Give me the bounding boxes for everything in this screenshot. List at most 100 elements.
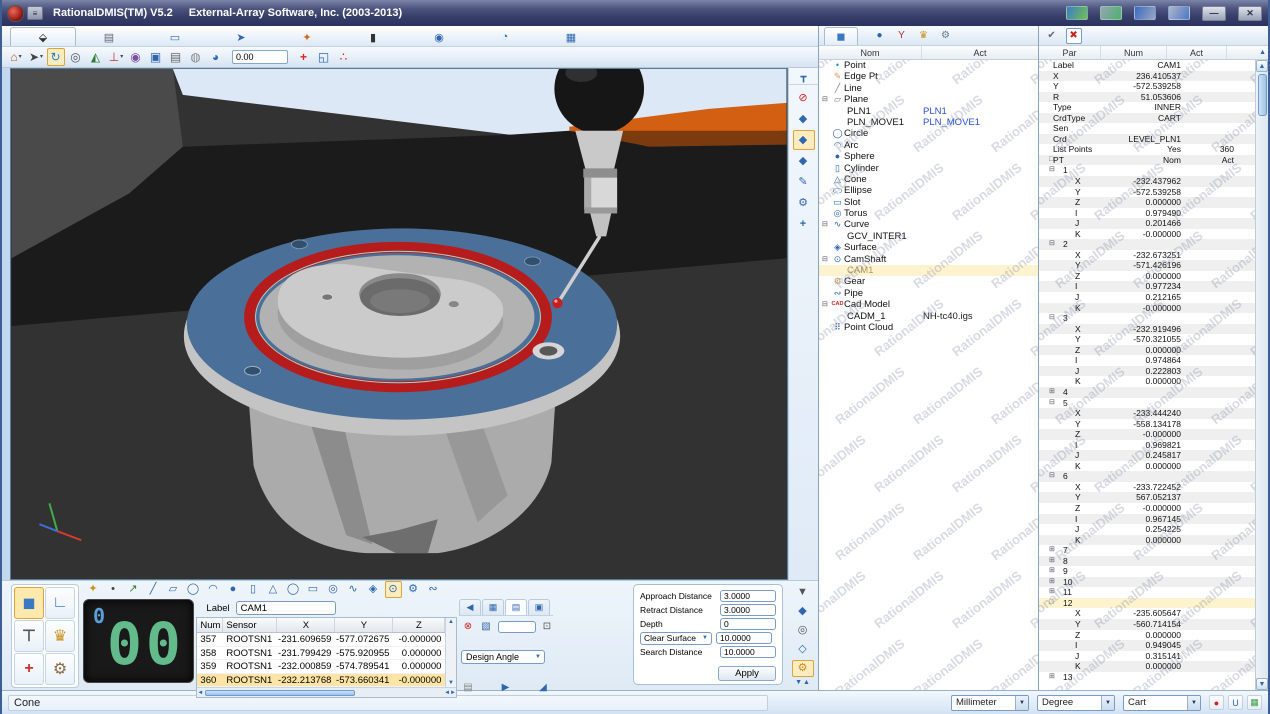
scroll-down-button[interactable]: ▼	[1256, 678, 1268, 690]
tree-item[interactable]: ▯ Cylinder	[819, 163, 1038, 174]
property-row[interactable]: Z 0.000000	[1039, 271, 1268, 282]
tree-item[interactable]: ◯ Circle	[819, 128, 1038, 139]
3d-viewport[interactable]	[10, 68, 788, 580]
expander-icon[interactable]: ⊟	[1049, 239, 1055, 250]
property-row[interactable]: □ PT Nom Act	[1039, 155, 1268, 166]
expander-icon[interactable]: ⊞	[1049, 587, 1055, 598]
props-scrollbar[interactable]: ▲ ▼	[1255, 60, 1268, 690]
fixture-button[interactable]: ∟	[45, 587, 75, 619]
windows-icon[interactable]	[1134, 6, 1156, 20]
property-row[interactable]: ⊟ 1	[1039, 165, 1268, 176]
property-row[interactable]: Y -558.134178	[1039, 419, 1268, 430]
property-row[interactable]: K -0.000000	[1039, 303, 1268, 314]
property-row[interactable]: Y -571.426196	[1039, 260, 1268, 271]
property-row[interactable]: Y -572.539258	[1039, 187, 1268, 198]
property-row[interactable]: X -233.444240	[1039, 408, 1268, 419]
property-row[interactable]: J 0.222803	[1039, 366, 1268, 377]
scroll-up-icon[interactable]: ▲	[1227, 49, 1268, 56]
property-row[interactable]: Z -0.000000	[1039, 429, 1268, 440]
expander-icon[interactable]: ⊟	[822, 254, 831, 265]
property-row[interactable]: Z 0.000000	[1039, 197, 1268, 208]
property-row[interactable]: ⊞ 7	[1039, 545, 1268, 556]
system-menu-icon[interactable]: ≡	[27, 6, 43, 20]
point-count-input[interactable]	[498, 621, 536, 633]
probe-count-button[interactable]: ⊡	[540, 619, 555, 634]
property-row[interactable]: J 0.201466	[1039, 218, 1268, 229]
unit-length-select[interactable]: Millimeter▼	[951, 695, 1029, 711]
probe-ball-button[interactable]: ◍	[187, 48, 205, 66]
tree-item[interactable]: ⊟ CAD Cad Model	[819, 299, 1038, 310]
tree-item[interactable]: ⊟ ⊙ CamShaft	[819, 254, 1038, 265]
tab-tolerance[interactable]: ✦	[274, 27, 340, 46]
tab-transform[interactable]: ➤	[208, 27, 274, 46]
property-row[interactable]: R 51.053606	[1039, 92, 1268, 103]
point-tool-button[interactable]: •	[105, 581, 122, 598]
property-row[interactable]: K 0.000000	[1039, 661, 1268, 672]
gear-tool-button[interactable]: ⚙	[405, 581, 422, 598]
grid-status-icon[interactable]: ▦	[1247, 695, 1262, 710]
form-input[interactable]	[720, 646, 776, 658]
coord-system-select[interactable]: Cart▼	[1123, 695, 1201, 711]
property-row[interactable]: ⊞ 11	[1039, 587, 1268, 598]
tree-settings-icon[interactable]: ⚙	[938, 28, 954, 44]
expander-icon[interactable]: ⊟	[822, 219, 831, 230]
controller-icon[interactable]	[1066, 6, 1088, 20]
box-pick-button[interactable]: ◱	[315, 48, 333, 66]
expander-icon[interactable]: ⊞	[1049, 545, 1055, 556]
graph-tab[interactable]: ▦	[482, 599, 504, 615]
form-input[interactable]	[720, 618, 776, 630]
rotate-view-button[interactable]: ↻	[47, 48, 65, 66]
property-row[interactable]: Y 567.052137	[1039, 492, 1268, 503]
axis-align-button[interactable]: ⊥▾	[107, 48, 125, 66]
property-row[interactable]: ⊟ 3	[1039, 313, 1268, 324]
export-button[interactable]: ▤	[461, 680, 476, 695]
property-row[interactable]: ⊞ 13	[1039, 672, 1268, 683]
delete-x-icon[interactable]: ✖	[1066, 28, 1082, 44]
edgept-tool-button[interactable]: ↗	[125, 581, 142, 598]
tree-item[interactable]: CAM1	[819, 265, 1038, 276]
confirm-check-icon[interactable]: ✔	[1044, 28, 1060, 44]
property-row[interactable]: Sen	[1039, 123, 1268, 134]
tree-item[interactable]: ✎ Edge Pt	[819, 71, 1038, 82]
property-row[interactable]: K -0.000000	[1039, 229, 1268, 240]
property-row[interactable]: ⊞ 10	[1039, 577, 1268, 588]
probe-adjust-button[interactable]: ⚙	[793, 193, 815, 213]
capture-button[interactable]: ▤	[167, 48, 185, 66]
plane-tool-button[interactable]: ▱	[165, 581, 182, 598]
apply-button[interactable]: Apply	[718, 666, 776, 681]
minimize-button[interactable]: —	[1202, 6, 1226, 21]
scrollbar-thumb[interactable]	[205, 690, 355, 696]
property-row[interactable]: K 0.000000	[1039, 535, 1268, 546]
arc-tool-button[interactable]: ◠	[205, 581, 222, 598]
clear-surface-select[interactable]: Clear Surface▼	[640, 632, 712, 645]
pin-icon[interactable]: ┳	[789, 70, 818, 85]
property-row[interactable]: Z 0.000000	[1039, 630, 1268, 641]
expander-icon[interactable]: ⊟	[1049, 313, 1055, 324]
design-angle-select[interactable]: Design Angle▼	[461, 650, 545, 664]
line-tool-button[interactable]: ╱	[145, 581, 162, 598]
property-row[interactable]: ⊞ 9	[1039, 566, 1268, 577]
expander-icon[interactable]: ⊞	[1049, 387, 1055, 398]
tree-item[interactable]: ╱ Line	[819, 83, 1038, 94]
tree-item[interactable]: PLN_MOVE1 PLN_MOVE1	[819, 117, 1038, 128]
probe-move-button[interactable]: +	[793, 214, 815, 234]
probe-add-button[interactable]: ◇	[792, 641, 814, 658]
property-row[interactable]: X -232.919496	[1039, 324, 1268, 335]
expander-icon[interactable]: ⊞	[1049, 566, 1055, 577]
camshaft-tool-button[interactable]: ⊙	[385, 581, 402, 598]
machine-crown-button[interactable]: ♛	[45, 620, 75, 652]
property-row[interactable]: List Points Yes 360	[1039, 144, 1268, 155]
probe-pick-alt-button[interactable]: ◆	[793, 151, 815, 171]
property-row[interactable]: Y -570.321055	[1039, 334, 1268, 345]
property-row[interactable]: X -235.605647	[1039, 608, 1268, 619]
probe-pick-button[interactable]: ◆	[793, 109, 815, 129]
property-row[interactable]: X -232.437962	[1039, 176, 1268, 187]
sensor-head-button[interactable]: ▼	[792, 584, 814, 601]
measure-table-row[interactable]: 358 ROOTSN1 -231.799429 -575.920955 0.00…	[197, 647, 456, 661]
expander-icon[interactable]: ⊞	[1049, 556, 1055, 567]
audio-tab[interactable]: ◀	[459, 599, 481, 615]
property-row[interactable]: ⊟ 6	[1039, 471, 1268, 482]
measure-table-row[interactable]: 360 ROOTSN1 -232.213768 -573.660341 -0.0…	[197, 674, 456, 688]
tree-item[interactable]: ⊟ ∿ Curve	[819, 219, 1038, 230]
feature-label-input[interactable]	[236, 601, 336, 615]
